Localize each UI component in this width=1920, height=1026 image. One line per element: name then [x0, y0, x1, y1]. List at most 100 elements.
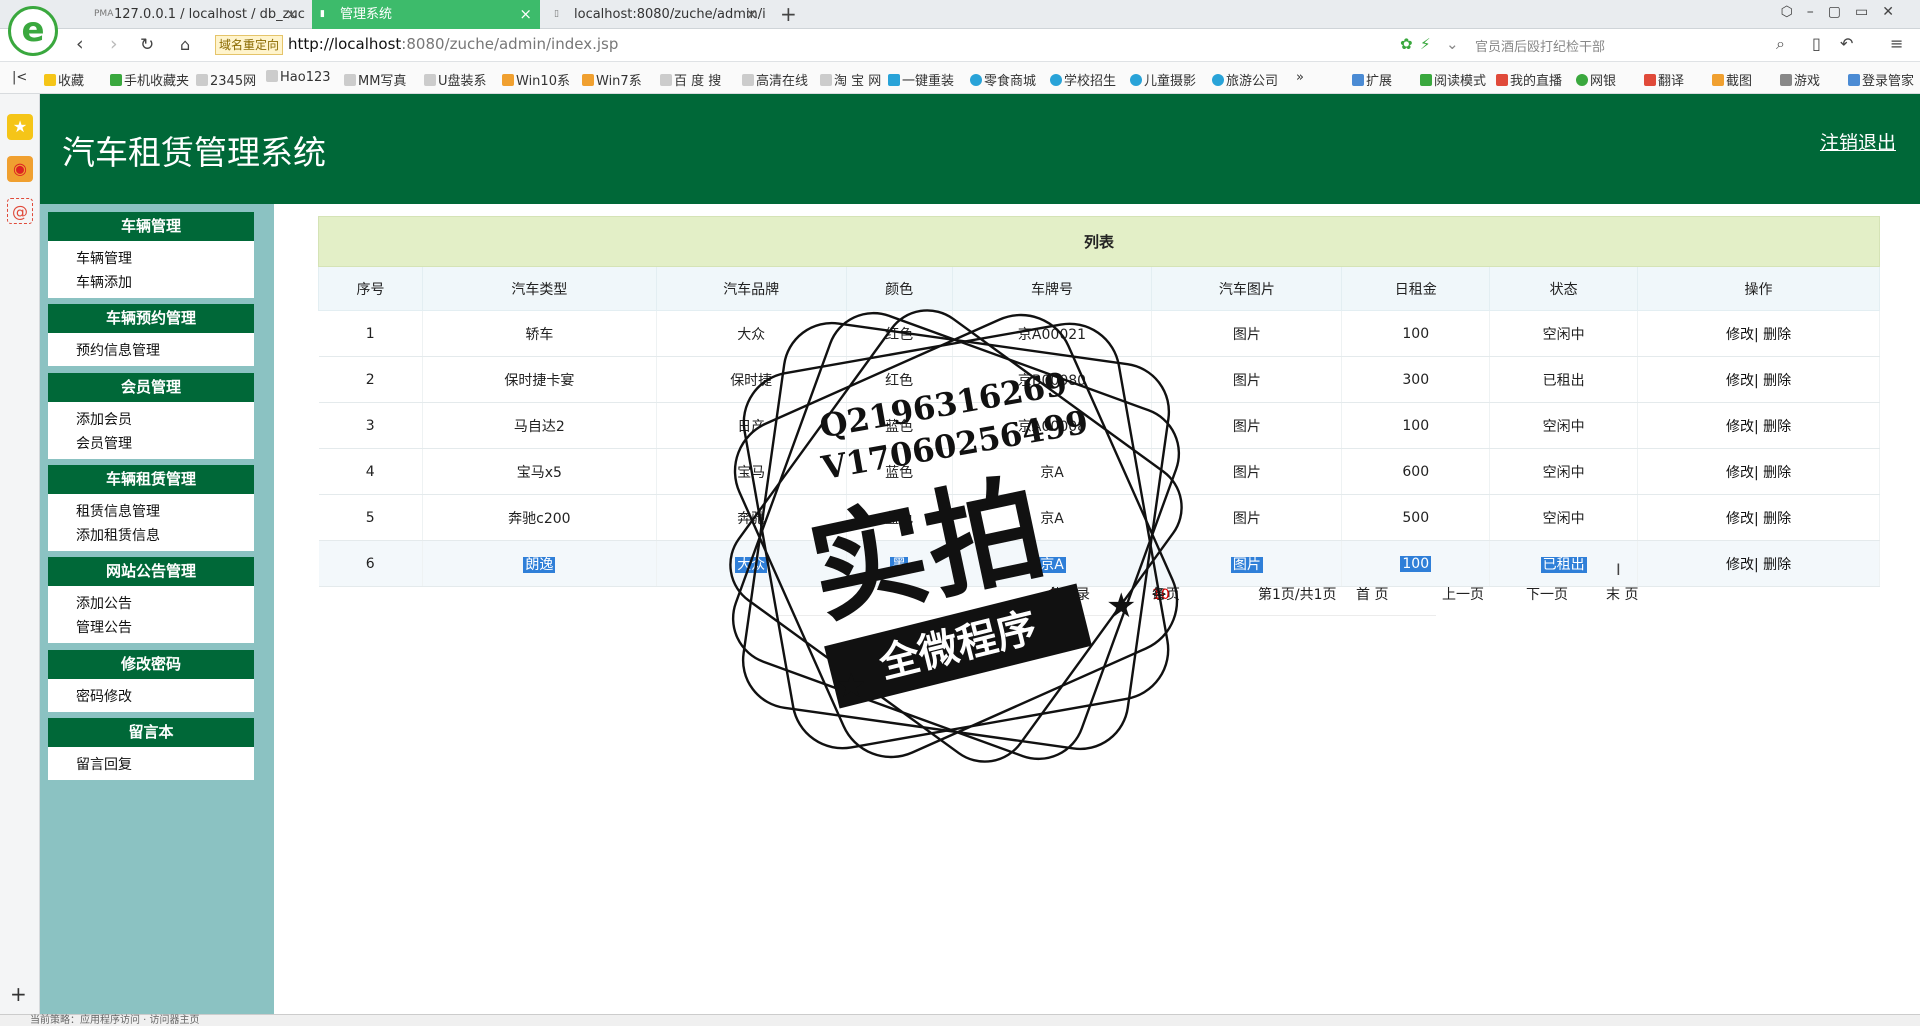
- bookmark-item[interactable]: U盘装系: [424, 70, 487, 89]
- browser-logo-icon[interactable]: e: [8, 6, 58, 56]
- sidebar-group-title: 留言本: [48, 718, 254, 747]
- bookmark-item[interactable]: 百 度 搜: [660, 70, 721, 89]
- delete-link[interactable]: 删除: [1763, 511, 1791, 527]
- login-manager-button[interactable]: 登录管家: [1848, 70, 1914, 89]
- back-icon[interactable]: ‹: [76, 33, 84, 55]
- search-input[interactable]: 官员酒后殴打纪检干部: [1475, 36, 1795, 55]
- mail-icon[interactable]: @: [7, 198, 33, 224]
- delete-link[interactable]: 删除: [1763, 373, 1791, 389]
- sidebar-group-rental: 车辆租赁管理 租赁信息管理 添加租赁信息: [48, 465, 254, 551]
- cell-brand: 保时捷: [656, 356, 847, 403]
- edit-link[interactable]: 修改|: [1726, 511, 1759, 527]
- browser-tab-localhost[interactable]: ▯ localhost:8080/zuche/admin/i ×: [546, 0, 766, 29]
- phone-icon[interactable]: ▯: [1812, 34, 1821, 53]
- cell-plate: 京A: [952, 494, 1153, 541]
- search-icon[interactable]: ⌕: [1776, 34, 1785, 54]
- column-header: 状态: [1489, 266, 1639, 311]
- star-icon[interactable]: ★: [7, 114, 33, 140]
- cell-plate: 京A00008: [952, 402, 1153, 449]
- cell-image[interactable]: 图片: [1151, 402, 1343, 449]
- bookmark-item[interactable]: 手机收藏夹: [110, 70, 189, 89]
- sidebar-link-notice-manage[interactable]: 管理公告: [76, 616, 254, 640]
- lightning-icon[interactable]: ⚡: [1420, 35, 1431, 53]
- close-icon[interactable]: ×: [745, 0, 758, 29]
- edit-link[interactable]: 修改|: [1726, 327, 1759, 343]
- delete-link[interactable]: 删除: [1763, 465, 1791, 481]
- home-icon[interactable]: ⌂: [180, 35, 190, 54]
- security-icon[interactable]: ✿: [1400, 35, 1413, 53]
- bookmark-item[interactable]: 零食商城: [970, 70, 1036, 89]
- bookmark-item[interactable]: 收藏: [44, 70, 84, 89]
- edit-link[interactable]: 修改|: [1726, 419, 1759, 435]
- bookmark-item[interactable]: 儿童摄影: [1130, 70, 1196, 89]
- new-tab-button[interactable]: +: [780, 0, 797, 28]
- bookmark-item[interactable]: 旅游公司: [1212, 70, 1278, 89]
- sidebar-link-vehicle-add[interactable]: 车辆添加: [76, 271, 254, 295]
- sidebar-link-message-reply[interactable]: 留言回复: [76, 753, 254, 777]
- translate-button[interactable]: 翻译: [1644, 70, 1684, 89]
- close-icon[interactable]: ×: [285, 0, 298, 29]
- games-button[interactable]: 游戏: [1780, 70, 1820, 89]
- cell-actions: 修改| 删除: [1637, 540, 1880, 587]
- url-field[interactable]: http://localhost:8080/zuche/admin/index.…: [288, 35, 618, 53]
- bookmark-item[interactable]: Win10系: [502, 70, 570, 89]
- bookmark-item[interactable]: 2345网: [196, 70, 256, 89]
- sidebar-link-vehicle-manage[interactable]: 车辆管理: [76, 247, 254, 271]
- menu-icon[interactable]: ≡: [1890, 34, 1903, 53]
- cell-id: 5: [318, 494, 423, 541]
- sidebar-link-password-change[interactable]: 密码修改: [76, 685, 254, 709]
- sidebar-link-reservation-manage[interactable]: 预约信息管理: [76, 339, 254, 363]
- browser-tab-admin[interactable]: ▮ 管理系统 ×: [312, 0, 540, 29]
- chevron-down-icon[interactable]: ⌄: [1446, 35, 1459, 53]
- next-page-link[interactable]: 下一页: [1526, 580, 1568, 610]
- first-page-link[interactable]: 首 页: [1356, 580, 1388, 610]
- add-icon[interactable]: +: [10, 982, 27, 1006]
- edit-link[interactable]: 修改|: [1726, 465, 1759, 481]
- weibo-icon[interactable]: ◉: [7, 156, 33, 182]
- close-icon[interactable]: ×: [519, 0, 532, 29]
- delete-link[interactable]: 删除: [1763, 419, 1791, 435]
- cell-color: 蓝色: [846, 448, 953, 495]
- browser-tab-phpmyadmin[interactable]: PMA 127.0.0.1 / localhost / db_zuc ×: [86, 0, 306, 29]
- bookmark-item[interactable]: 一键重装: [888, 70, 954, 89]
- bookmark-item[interactable]: 高清在线: [742, 70, 808, 89]
- cell-image[interactable]: 图片: [1151, 448, 1343, 495]
- delete-link[interactable]: 删除: [1763, 327, 1791, 343]
- bookmark-item[interactable]: MM写真: [344, 70, 406, 89]
- cell-brand: 奔驰: [656, 494, 847, 541]
- sidebar-group-notices: 网站公告管理 添加公告 管理公告: [48, 557, 254, 643]
- sidebar-link-notice-add[interactable]: 添加公告: [76, 592, 254, 616]
- undo-icon[interactable]: ↶: [1840, 34, 1853, 53]
- reload-icon[interactable]: ↻: [140, 35, 154, 55]
- sidebar-group-password: 修改密码 密码修改: [48, 650, 254, 712]
- logout-link[interactable]: 注销退出: [1820, 128, 1896, 155]
- cell-image[interactable]: 图片: [1151, 356, 1343, 403]
- sidebar-link-rental-manage[interactable]: 租赁信息管理: [76, 500, 254, 524]
- bookmark-item[interactable]: Hao123: [266, 70, 331, 85]
- last-page-link[interactable]: 末 页: [1606, 580, 1638, 610]
- reader-mode-button[interactable]: 阅读模式: [1420, 70, 1486, 89]
- bookmark-item[interactable]: Win7系: [582, 70, 642, 89]
- cell-image[interactable]: 图片: [1151, 310, 1343, 357]
- edit-link[interactable]: 修改|: [1726, 373, 1759, 389]
- sidebar-link-rental-add[interactable]: 添加租赁信息: [76, 524, 254, 548]
- sidebar-toggle-icon[interactable]: |<: [12, 70, 27, 85]
- edit-link[interactable]: 修改|: [1726, 557, 1759, 573]
- forward-icon[interactable]: ›: [110, 33, 118, 55]
- sidebar-link-member-manage[interactable]: 会员管理: [76, 432, 254, 456]
- more-bookmarks-button[interactable]: »: [1296, 70, 1304, 85]
- bookmark-item[interactable]: 淘 宝 网: [820, 70, 881, 89]
- extensions-button[interactable]: 扩展: [1352, 70, 1392, 89]
- redirect-tag[interactable]: 域名重定向: [215, 35, 284, 55]
- bank-button[interactable]: 网银: [1576, 70, 1616, 89]
- bookmark-item[interactable]: 学校招生: [1050, 70, 1116, 89]
- selected-text: 京A: [1038, 556, 1066, 573]
- prev-page-link[interactable]: 上一页: [1442, 580, 1484, 610]
- delete-link[interactable]: 删除: [1763, 557, 1791, 573]
- sidebar-link-member-add[interactable]: 添加会员: [76, 408, 254, 432]
- window-controls[interactable]: ⬡–▢▭✕: [1781, 4, 1908, 20]
- screenshot-button[interactable]: 截图: [1712, 70, 1752, 89]
- cell-image[interactable]: 图片: [1151, 494, 1343, 541]
- live-button[interactable]: 我的直播: [1496, 70, 1562, 89]
- column-header: 操作: [1637, 266, 1880, 311]
